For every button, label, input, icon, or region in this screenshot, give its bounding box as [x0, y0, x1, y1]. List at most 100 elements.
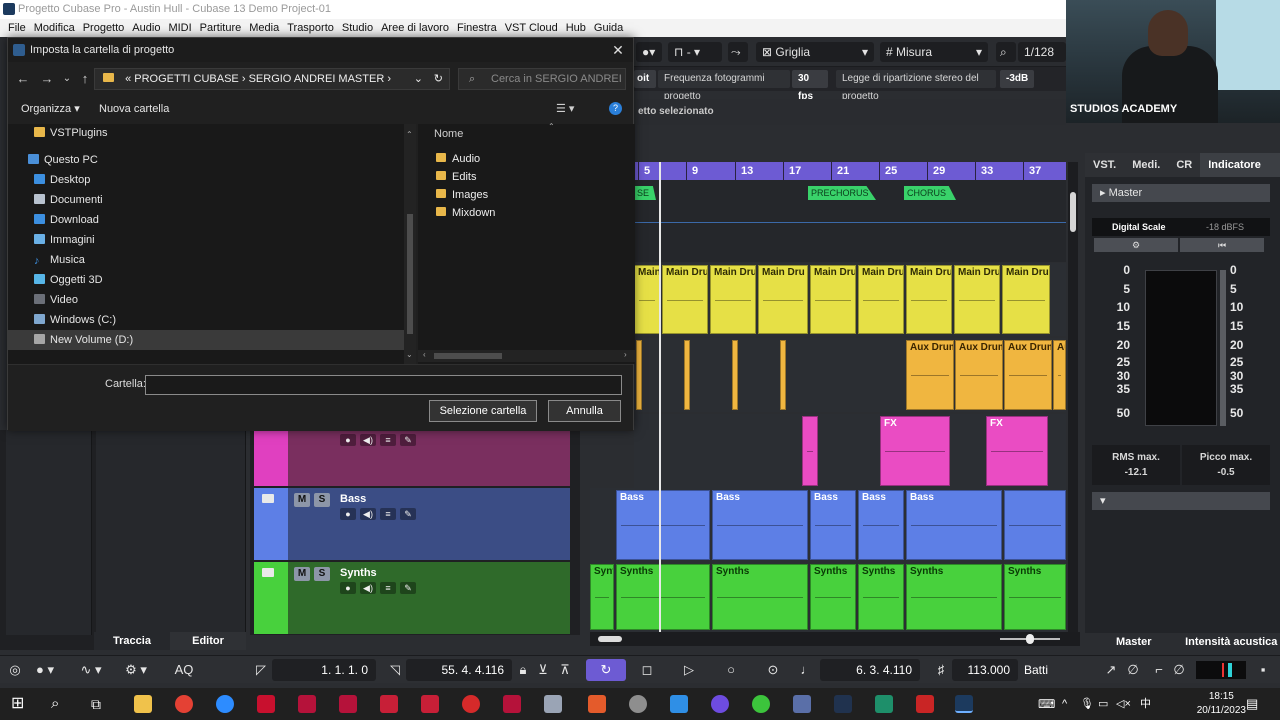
lanes-icon[interactable]: ≡ [380, 582, 396, 594]
tab-media[interactable]: Medi. [1124, 153, 1168, 177]
event-synths[interactable]: Synths [906, 564, 1002, 630]
track-bass[interactable]: M S Bass ● ◀) ≡ ✎ [254, 488, 570, 560]
meter-reset-icon[interactable]: ⏮ [1180, 238, 1264, 252]
folder-item-edits[interactable]: Edits [436, 168, 476, 186]
snap-type-select[interactable]: ⊠ Griglia ▾ [756, 42, 874, 62]
horizontal-scrollbar[interactable] [590, 632, 1080, 646]
up-arrow-icon[interactable]: ↑ [76, 69, 94, 89]
network-icon[interactable]: ▭ [1098, 695, 1116, 713]
nav-scroll-thumb[interactable] [407, 214, 413, 334]
zoom-icon[interactable] [216, 695, 234, 713]
app-icon-pdf[interactable] [916, 695, 934, 713]
scroll-left-icon[interactable]: ‹ [423, 350, 426, 359]
snap-toggle-icon[interactable]: ⤳ [728, 42, 748, 62]
breadcrumb-chevron-icon[interactable]: › [242, 73, 249, 85]
tempo-track-icon[interactable]: ♯ [930, 660, 952, 680]
nav-item-pictures[interactable]: Immagini [34, 230, 95, 250]
nav-forward-icon[interactable]: ↗ [1100, 660, 1122, 680]
tab-editor[interactable]: Editor [170, 632, 246, 650]
tab-cr[interactable]: CR [1168, 153, 1200, 177]
edit-icon[interactable]: ✎ [400, 508, 416, 520]
event-synths[interactable]: Synths [858, 564, 904, 630]
event-synths[interactable]: Synths [810, 564, 856, 630]
event-main-drums[interactable]: Main Dru [710, 265, 756, 334]
sync-icon[interactable]: ⊙ [762, 660, 784, 680]
play-icon[interactable]: ▷ [678, 660, 700, 680]
address-dropdown-chevron-icon[interactable]: ⌄ [414, 69, 423, 89]
aq-button[interactable]: AQ [170, 660, 198, 680]
app-icon-red-6[interactable] [503, 695, 521, 713]
tab-traccia[interactable]: Traccia [94, 632, 170, 650]
recent-locations-chevron-icon[interactable]: ⌄ [58, 69, 76, 89]
tab-vst[interactable]: VST. [1085, 153, 1124, 177]
menu-modifica[interactable]: Modifica [30, 19, 79, 37]
event-aux-drums[interactable]: Au [1053, 340, 1066, 410]
edit-icon[interactable]: ✎ [400, 582, 416, 594]
event-main-drums[interactable]: Main Dru [906, 265, 952, 334]
nav-item-documents[interactable]: Documenti [34, 190, 103, 210]
position-display[interactable]: 6. 3. 4.110 [820, 659, 920, 681]
right-locator-display[interactable]: 55. 4. 4.116 [406, 659, 512, 681]
tempo-display[interactable]: 113.000 [952, 659, 1018, 681]
activity-icon[interactable]: ◎ [4, 660, 26, 680]
folder-item-mixdown[interactable]: Mixdown [436, 204, 495, 222]
track-synths[interactable]: M S Synths ● ◀) ≡ ✎ [254, 562, 570, 634]
event-main-drums[interactable]: Main Dru [954, 265, 1000, 334]
vscroll-thumb[interactable] [1070, 192, 1076, 232]
nav-item-3d-objects[interactable]: Oggetti 3D [34, 270, 103, 290]
stop-icon[interactable]: ◻ [636, 660, 658, 680]
nav-item-desktop[interactable]: Desktop [34, 170, 90, 190]
event-aux-drums-hit[interactable] [780, 340, 786, 410]
event-main-drums[interactable]: Main Dru [662, 265, 708, 334]
refresh-icon[interactable]: ↻ [434, 69, 443, 89]
breadcrumb-progetti-cubase[interactable]: PROGETTI CUBASE [134, 73, 239, 85]
menu-trasporto[interactable]: Trasporto [283, 19, 338, 37]
scrollbar-thumb[interactable] [598, 636, 622, 642]
toolbar-tool-dropdown[interactable]: ●▾ [636, 42, 662, 62]
app-icon-teal[interactable] [875, 695, 893, 713]
tab-loudness[interactable]: Intensità acustica [1183, 633, 1280, 651]
cubase-icon[interactable] [257, 695, 275, 713]
zoom-slider-handle[interactable] [1026, 634, 1034, 644]
event-fx[interactable]: FX [986, 416, 1048, 486]
menu-vst-cloud[interactable]: VST Cloud [501, 19, 562, 37]
nav-item-videos[interactable]: Video [34, 290, 78, 310]
nav-item-vstplugins[interactable]: VSTPlugins [34, 124, 107, 143]
event-aux-drums-hit[interactable] [636, 340, 642, 410]
event-bass[interactable]: Bass [810, 490, 856, 560]
waveform-icon[interactable]: ∿ ▾ [76, 660, 106, 680]
calculator-icon[interactable] [793, 695, 811, 713]
menu-aree-di-lavoro[interactable]: Aree di lavoro [377, 19, 453, 37]
meter-settings-gear-icon[interactable]: ⚙ [1094, 238, 1178, 252]
marker-verse[interactable]: SE [634, 186, 656, 200]
chevron-up-icon[interactable]: ^ [1062, 695, 1080, 713]
search-input[interactable]: ⌕ Cerca in SERGIO ANDREI MA... [458, 68, 626, 90]
menu-hub[interactable]: Hub [562, 19, 590, 37]
record-icon[interactable]: ○ [720, 660, 742, 680]
nav-item-this-pc[interactable]: Questo PC [28, 150, 98, 170]
windows-start-icon[interactable]: ⊞ [11, 695, 29, 713]
event-bass[interactable]: Bass [616, 490, 710, 560]
column-header-name[interactable]: Nome [434, 128, 463, 140]
menu-guida[interactable]: Guida [590, 19, 627, 37]
nav-item-drive-c[interactable]: Windows (C:) [34, 310, 116, 330]
record-icon[interactable]: ● [340, 434, 356, 446]
record-mode-icon[interactable]: ● ▾ [30, 660, 60, 680]
breadcrumb-chevron-icon[interactable]: › [387, 73, 391, 85]
file-scroll-thumb[interactable] [434, 353, 502, 359]
app-icon-grey[interactable] [544, 695, 562, 713]
volume-muted-icon[interactable]: ◁× [1116, 695, 1134, 713]
folder-item-audio[interactable]: Audio [436, 150, 480, 168]
toolbar-snap-mode[interactable]: ⊓ - ▾ [668, 42, 722, 62]
taskbar-clock[interactable]: 18:15 20/11/2023 [1197, 690, 1246, 718]
app-icon-purple[interactable] [711, 695, 729, 713]
playhead-cursor[interactable] [659, 162, 661, 632]
master-selector[interactable]: ▸ Master [1092, 184, 1270, 202]
track-name-synths[interactable]: Synths [340, 567, 377, 579]
punch-out-icon[interactable]: ⊼ [554, 660, 576, 680]
event-bass[interactable]: Bass [858, 490, 904, 560]
marker-edit-icon[interactable]: ⌐ [1148, 660, 1170, 680]
marker-chorus[interactable]: CHORUS [904, 186, 956, 200]
track-fx[interactable]: ● ◀) ≡ ✎ [254, 430, 570, 486]
app-icon-red-4[interactable] [421, 695, 439, 713]
